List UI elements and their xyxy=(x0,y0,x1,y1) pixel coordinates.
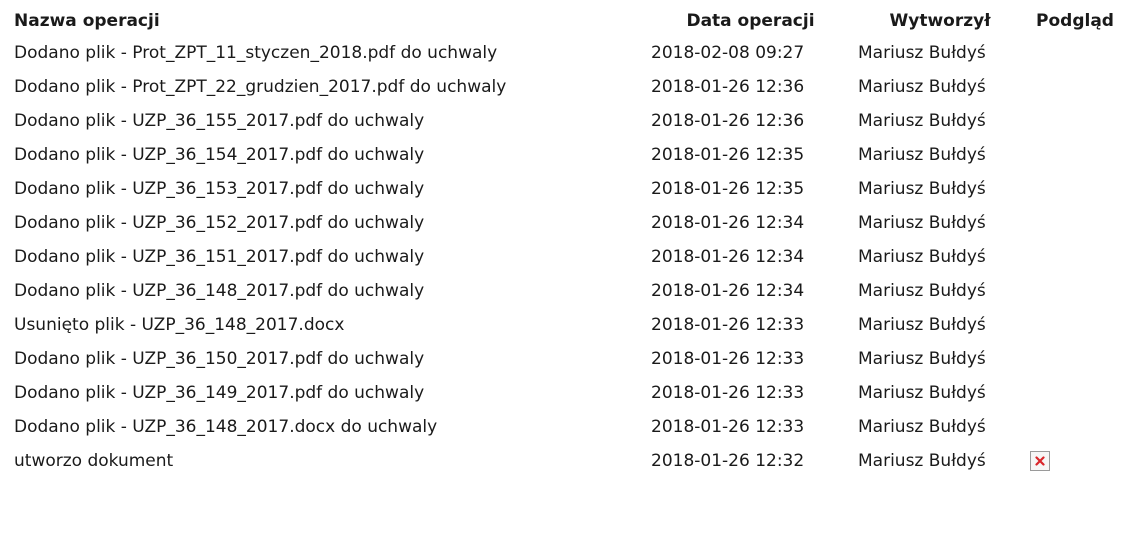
operation-date-cell: 2018-01-26 12:36 xyxy=(651,77,805,97)
table-row: Dodano plik - UZP_36_155_2017.pdf do uch… xyxy=(10,104,1124,138)
operation-name-cell: Dodano plik - UZP_36_151_2017.pdf do uch… xyxy=(14,247,425,267)
created-by-cell: Mariusz Bułdyś xyxy=(858,417,986,437)
table-row: Dodano plik - Prot_ZPT_22_grudzien_2017.… xyxy=(10,70,1124,104)
operation-date-cell: 2018-01-26 12:33 xyxy=(651,349,805,369)
operation-name-cell: utworzo dokument xyxy=(14,451,174,471)
table-row: Dodano plik - UZP_36_148_2017.docx do uc… xyxy=(10,410,1124,444)
header-created-by: Wytworzył xyxy=(889,11,991,31)
operation-name-cell: Dodano plik - UZP_36_148_2017.docx do uc… xyxy=(14,417,438,437)
table-row: Usunięto plik - UZP_36_148_2017.docx 201… xyxy=(10,308,1124,342)
operation-name-cell: Dodano plik - UZP_36_150_2017.pdf do uch… xyxy=(14,349,425,369)
created-by-cell: Mariusz Bułdyś xyxy=(858,179,986,199)
created-by-cell: Mariusz Bułdyś xyxy=(858,349,986,369)
preview-cell xyxy=(1026,444,1124,478)
operation-date-cell: 2018-02-08 09:27 xyxy=(651,43,805,63)
header-operation-date: Data operacji xyxy=(686,11,815,31)
operation-name-cell: Dodano plik - UZP_36_155_2017.pdf do uch… xyxy=(14,111,425,131)
operation-date-cell: 2018-01-26 12:33 xyxy=(651,315,805,335)
preview-cell xyxy=(1026,138,1124,172)
preview-cell xyxy=(1026,274,1124,308)
table-row: Dodano plik - UZP_36_152_2017.pdf do uch… xyxy=(10,206,1124,240)
preview-cell xyxy=(1026,240,1124,274)
close-x-icon xyxy=(1035,456,1045,466)
table-row: Dodano plik - UZP_36_149_2017.pdf do uch… xyxy=(10,376,1124,410)
table-row: Dodano plik - UZP_36_148_2017.pdf do uch… xyxy=(10,274,1124,308)
preview-cell xyxy=(1026,104,1124,138)
created-by-cell: Mariusz Bułdyś xyxy=(858,281,986,301)
preview-cell xyxy=(1026,172,1124,206)
table-row: Dodano plik - Prot_ZPT_11_styczen_2018.p… xyxy=(10,36,1124,70)
operation-date-cell: 2018-01-26 12:34 xyxy=(651,247,805,267)
operation-name-cell: Dodano plik - Prot_ZPT_22_grudzien_2017.… xyxy=(14,77,507,97)
operation-date-cell: 2018-01-26 12:34 xyxy=(651,213,805,233)
operation-name-cell: Dodano plik - UZP_36_154_2017.pdf do uch… xyxy=(14,145,425,165)
operation-date-cell: 2018-01-26 12:36 xyxy=(651,111,805,131)
created-by-cell: Mariusz Bułdyś xyxy=(858,247,986,267)
table-row: Dodano plik - UZP_36_153_2017.pdf do uch… xyxy=(10,172,1124,206)
created-by-cell: Mariusz Bułdyś xyxy=(858,77,986,97)
operation-date-cell: 2018-01-26 12:33 xyxy=(651,417,805,437)
header-preview: Podgląd xyxy=(1036,11,1114,31)
operation-name-cell: Usunięto plik - UZP_36_148_2017.docx xyxy=(14,315,345,335)
broken-image-icon[interactable] xyxy=(1030,451,1050,471)
operation-date-cell: 2018-01-26 12:32 xyxy=(651,451,805,471)
operation-date-cell: 2018-01-26 12:35 xyxy=(651,145,805,165)
operations-history-table: Nazwa operacji Data operacji Wytworzył P… xyxy=(10,6,1124,478)
table-header-row: Nazwa operacji Data operacji Wytworzył P… xyxy=(10,6,1124,36)
operation-name-cell: Dodano plik - UZP_36_149_2017.pdf do uch… xyxy=(14,383,425,403)
header-operation-name: Nazwa operacji xyxy=(14,11,160,31)
created-by-cell: Mariusz Bułdyś xyxy=(858,451,986,471)
table-row: Dodano plik - UZP_36_154_2017.pdf do uch… xyxy=(10,138,1124,172)
table-row: Dodano plik - UZP_36_151_2017.pdf do uch… xyxy=(10,240,1124,274)
operation-date-cell: 2018-01-26 12:33 xyxy=(651,383,805,403)
preview-cell xyxy=(1026,342,1124,376)
preview-cell xyxy=(1026,36,1124,70)
created-by-cell: Mariusz Bułdyś xyxy=(858,111,986,131)
created-by-cell: Mariusz Bułdyś xyxy=(858,145,986,165)
preview-cell xyxy=(1026,376,1124,410)
operation-date-cell: 2018-01-26 12:34 xyxy=(651,281,805,301)
operation-name-cell: Dodano plik - Prot_ZPT_11_styczen_2018.p… xyxy=(14,43,498,63)
created-by-cell: Mariusz Bułdyś xyxy=(858,43,986,63)
preview-cell xyxy=(1026,308,1124,342)
preview-cell xyxy=(1026,206,1124,240)
operation-name-cell: Dodano plik - UZP_36_148_2017.pdf do uch… xyxy=(14,281,425,301)
operation-name-cell: Dodano plik - UZP_36_152_2017.pdf do uch… xyxy=(14,213,425,233)
preview-cell xyxy=(1026,410,1124,444)
created-by-cell: Mariusz Bułdyś xyxy=(858,213,986,233)
table-row: utworzo dokument 2018-01-26 12:32 Marius… xyxy=(10,444,1124,478)
created-by-cell: Mariusz Bułdyś xyxy=(858,383,986,403)
table-row: Dodano plik - UZP_36_150_2017.pdf do uch… xyxy=(10,342,1124,376)
operation-name-cell: Dodano plik - UZP_36_153_2017.pdf do uch… xyxy=(14,179,425,199)
preview-cell xyxy=(1026,70,1124,104)
created-by-cell: Mariusz Bułdyś xyxy=(858,315,986,335)
operation-date-cell: 2018-01-26 12:35 xyxy=(651,179,805,199)
